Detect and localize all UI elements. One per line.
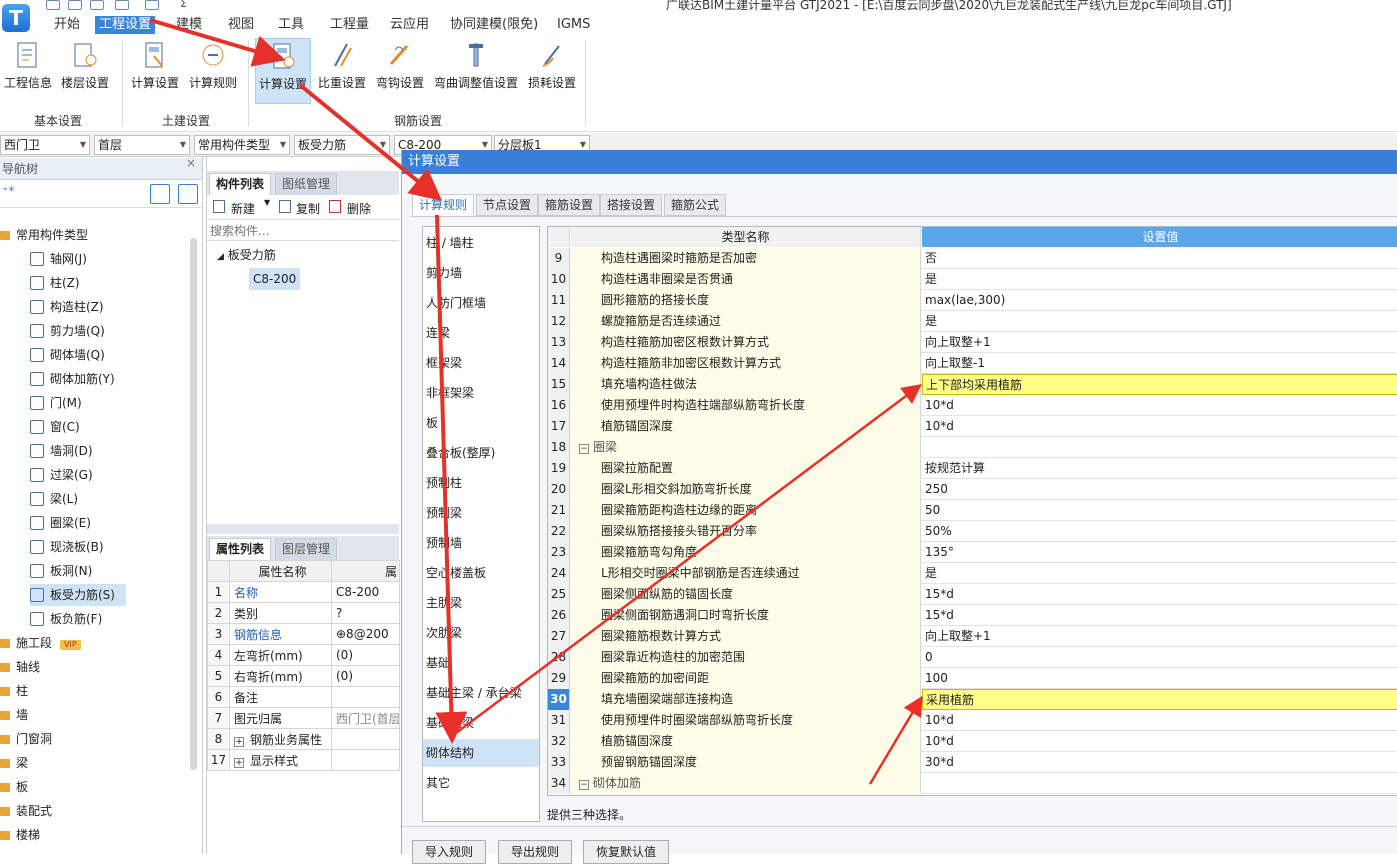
- arrow-menu-to-button: [149, 18, 286, 67]
- annotation-arrows: [149, 18, 923, 785]
- arrow-to-row30: [868, 695, 923, 785]
- arrow-tab-to-category: [435, 214, 468, 744]
- arrow-button-to-tab: [298, 83, 443, 202]
- arrow-category-to-row15: [451, 384, 923, 738]
